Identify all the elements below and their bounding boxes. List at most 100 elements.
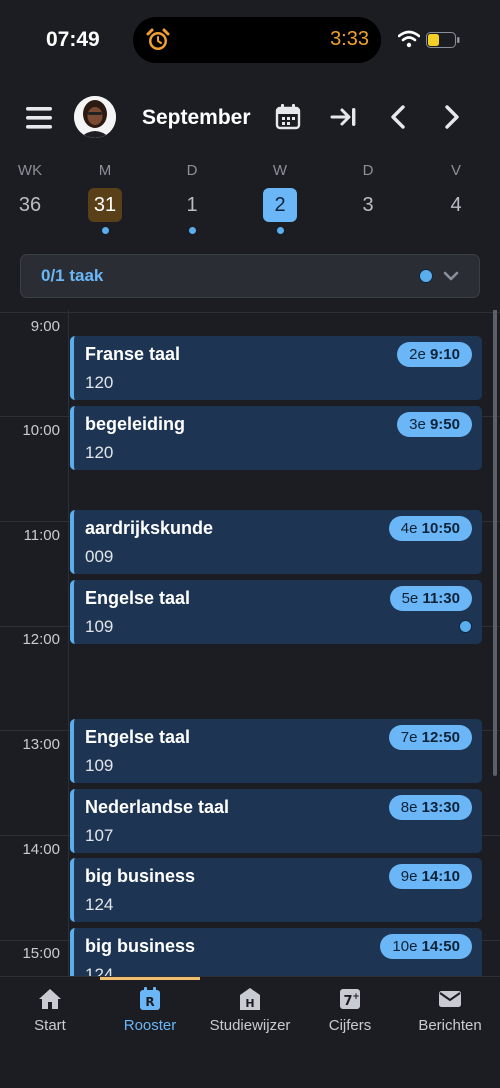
home-icon	[39, 989, 61, 1009]
schedule-icon: R	[140, 987, 160, 1010]
lesson-room: 109	[85, 617, 114, 636]
hour-label: 15:00	[22, 945, 60, 962]
day-event-dot	[276, 227, 284, 234]
nav-label: Studiewijzer	[209, 1017, 291, 1034]
messages-icon	[439, 991, 461, 1007]
studyguide-icon: H	[240, 988, 260, 1010]
jump-to-today-icon[interactable]	[330, 106, 358, 128]
chevron-left-icon[interactable]	[388, 104, 408, 130]
task-status-dot	[419, 269, 433, 283]
lesson-card[interactable]: Engelse taal 109 5e 11:30	[70, 580, 482, 644]
hour-label: 14:00	[22, 841, 60, 858]
lesson-period: 5e	[401, 590, 419, 607]
lesson-subject: aardrijkskunde	[85, 518, 214, 538]
day-wednesday[interactable]: W 2	[250, 160, 310, 234]
nav-berichten[interactable]: Berichten	[400, 987, 500, 1034]
task-summary-bar[interactable]: 0/1 taak	[20, 254, 480, 298]
hamburger-menu-icon[interactable]	[26, 106, 54, 130]
nav-rooster[interactable]: R Rooster	[100, 987, 200, 1034]
day-letter: D	[186, 162, 198, 179]
lesson-card[interactable]: big business 124 10e 14:50	[70, 928, 482, 976]
lesson-period: 8e	[400, 799, 418, 816]
lesson-period-badge: 10e 14:50	[380, 934, 472, 959]
lesson-room: 107	[85, 826, 114, 845]
lesson-period: 7e	[400, 729, 418, 746]
svg-text:7: 7	[343, 994, 352, 1009]
nav-label: Start	[34, 1017, 66, 1034]
lesson-card[interactable]: Nederlandse taal 107 8e 13:30	[70, 789, 482, 853]
lesson-time: 14:50	[421, 938, 460, 955]
hour-label: 13:00	[22, 736, 60, 753]
lesson-card[interactable]: Franse taal 120 2e 9:10	[70, 336, 482, 400]
week-strip: WK 36 M 31 D 1 W 2 D 3 V 4	[0, 160, 500, 240]
nav-label: Berichten	[418, 1017, 482, 1034]
lesson-period: 10e	[392, 938, 418, 955]
dynamic-island[interactable]: 3:33	[133, 17, 381, 63]
svg-text:+: +	[352, 992, 360, 1002]
schedule-timeline[interactable]: 9:00 10:00 11:00 12:00 13:00 14:00 15:00…	[0, 310, 500, 976]
lesson-time: 9:50	[429, 416, 460, 433]
lesson-card[interactable]: Engelse taal 109 7e 12:50	[70, 719, 482, 783]
lesson-room: 124	[85, 895, 114, 914]
nav-start[interactable]: Start	[0, 987, 100, 1034]
day-number: 2	[263, 188, 297, 222]
week-number: 36	[18, 194, 42, 216]
lesson-period-badge: 3e 9:50	[397, 412, 472, 437]
day-tuesday[interactable]: D 1	[162, 160, 222, 234]
active-tab-indicator	[100, 977, 200, 980]
week-number-column: WK 36	[0, 160, 60, 222]
lesson-period: 2e	[409, 346, 426, 363]
lesson-note-dot	[459, 620, 472, 633]
lesson-room: 009	[85, 547, 114, 566]
nav-studiewijzer[interactable]: H Studiewijzer	[200, 987, 300, 1034]
day-letter: D	[362, 162, 374, 179]
lesson-subject: big business	[85, 866, 196, 886]
lesson-period-badge: 7e 12:50	[388, 725, 472, 750]
lesson-subject: big business	[85, 936, 196, 956]
lesson-period: 9e	[400, 868, 418, 885]
lesson-subject: begeleiding	[85, 414, 186, 434]
svg-text:R: R	[145, 995, 154, 1009]
day-event-dot	[365, 227, 372, 234]
lesson-card[interactable]: begeleiding 120 3e 9:50	[70, 406, 482, 470]
day-letter: V	[450, 162, 461, 179]
lesson-subject: Nederlandse taal	[85, 797, 230, 817]
lesson-room: 124	[85, 965, 114, 976]
day-event-dot	[188, 227, 196, 234]
lesson-room: 109	[85, 756, 114, 775]
lesson-period-badge: 8e 13:30	[388, 795, 472, 820]
hour-label: 10:00	[22, 422, 60, 439]
task-count-label: 0/1 taak	[41, 266, 104, 285]
month-title[interactable]: September	[142, 106, 251, 130]
lesson-period-badge: 5e 11:30	[389, 586, 472, 611]
lesson-period-badge: 9e 14:10	[388, 864, 472, 889]
bottom-navigation: Start R Rooster H Studiewijzer 7 + Cijfe…	[0, 976, 500, 1088]
lesson-card[interactable]: aardrijkskunde 009 4e 10:50	[70, 510, 482, 574]
avatar[interactable]	[74, 96, 116, 138]
nav-label: Rooster	[123, 1017, 177, 1034]
scrollbar[interactable]	[493, 310, 497, 776]
day-letter: M	[98, 162, 112, 179]
lesson-room: 120	[85, 373, 114, 392]
nav-cijfers[interactable]: 7 + Cijfers	[300, 987, 400, 1034]
app-header: September	[0, 90, 500, 146]
lesson-time: 14:10	[421, 868, 460, 885]
day-friday[interactable]: V 4	[426, 160, 486, 234]
calendar-icon[interactable]	[275, 104, 301, 130]
battery-icon	[426, 32, 460, 48]
chevron-right-icon[interactable]	[442, 104, 462, 130]
lesson-period-badge: 2e 9:10	[397, 342, 472, 367]
lesson-card[interactable]: big business 124 9e 14:10	[70, 858, 482, 922]
day-monday[interactable]: M 31	[75, 160, 135, 234]
timer-text: 3:33	[330, 28, 369, 50]
hour-label: 12:00	[22, 631, 60, 648]
svg-text:H: H	[245, 997, 254, 1010]
lesson-time: 10:50	[421, 520, 460, 537]
day-thursday[interactable]: D 3	[338, 160, 398, 234]
status-bar: 07:49 3:33	[0, 0, 500, 80]
lesson-period: 4e	[400, 520, 418, 537]
lesson-subject: Engelse taal	[85, 727, 191, 747]
hour-label: 11:00	[23, 527, 60, 544]
day-number: 1	[186, 194, 198, 216]
nav-label: Cijfers	[328, 1017, 372, 1034]
